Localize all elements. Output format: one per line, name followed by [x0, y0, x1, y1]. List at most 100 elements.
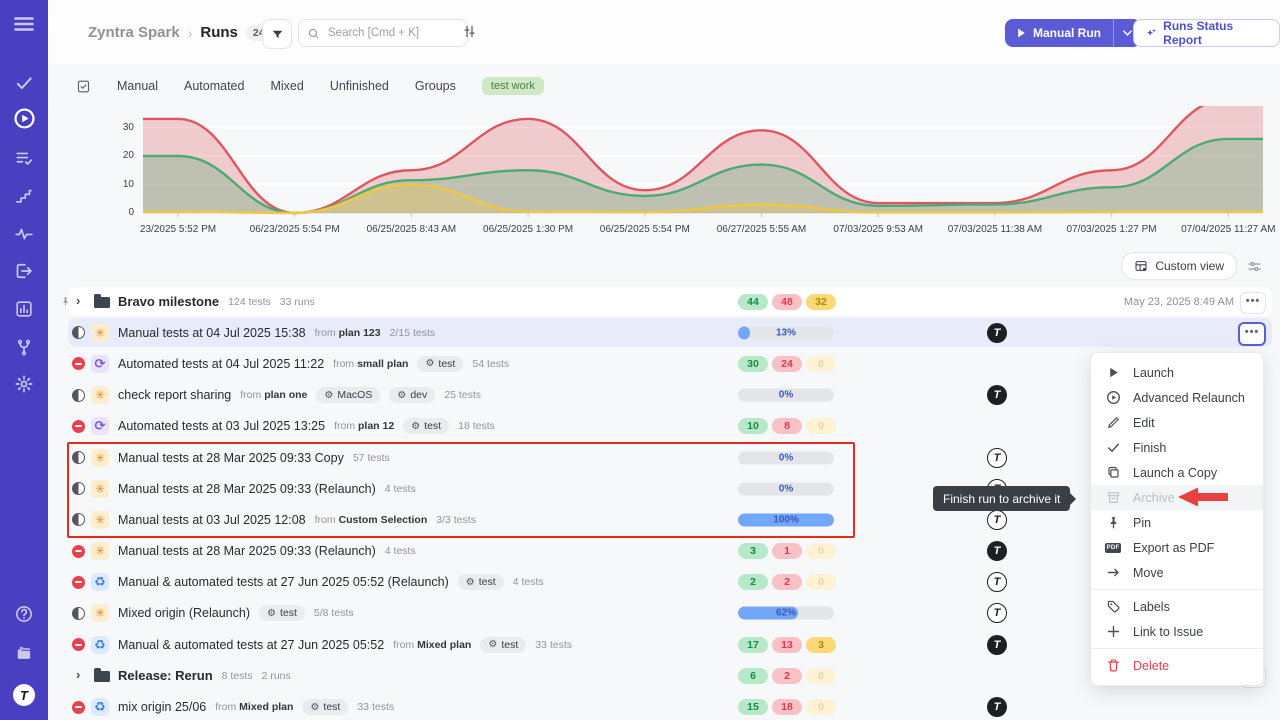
row-title[interactable]: mix origin 25/06 [118, 700, 206, 714]
result-badges: 30 24 0 [738, 356, 836, 372]
run-stopped-status-icon [72, 420, 85, 433]
assignee-avatar[interactable]: T [987, 635, 1007, 655]
row-menu-button[interactable]: ••• [1240, 292, 1266, 314]
sidebar-item[interactable] [0, 298, 48, 320]
run-row[interactable]: ✳Manual tests at 04 Jul 2025 15:38from p… [48, 317, 1280, 348]
branch-icon [14, 337, 34, 357]
env-tag[interactable]: ⚙test [302, 699, 348, 715]
env-tag[interactable]: ⚙test [259, 605, 305, 621]
menu-item-label: Edit [1133, 416, 1155, 430]
progress: 62% [738, 607, 834, 620]
other-count-badge: 0 [806, 356, 836, 372]
manual-run-button[interactable]: Manual Run [1005, 19, 1113, 47]
env-tag[interactable]: ⚙test [403, 418, 449, 434]
row-title[interactable]: Bravo milestone [118, 294, 219, 309]
run-row[interactable]: ♻mix origin 25/06from Mixed plan⚙test33 … [48, 691, 1280, 720]
env-tag[interactable]: ⚙test [417, 356, 463, 372]
assignee-avatar[interactable]: T [987, 323, 1007, 343]
app-sidebar: T [0, 0, 48, 720]
menu-item-delete[interactable]: Delete [1091, 653, 1263, 678]
play-icon [1017, 28, 1026, 38]
env-tag[interactable]: ⚙test [480, 637, 526, 653]
check-icon [1106, 440, 1121, 455]
assignee-avatar[interactable]: T [987, 697, 1007, 717]
runs-status-report-button[interactable]: Runs Status Report [1133, 19, 1280, 47]
sidebar-item[interactable] [0, 147, 48, 169]
tests-count: 54 tests [472, 358, 509, 370]
sidebar-item[interactable] [0, 642, 48, 664]
sidebar-item[interactable] [0, 223, 48, 245]
y-tick-label: 30 [106, 122, 134, 133]
tab-mixed[interactable]: Mixed [270, 79, 303, 93]
assignee-avatar[interactable]: T [987, 448, 1007, 468]
assignee-avatar[interactable]: T [987, 541, 1007, 561]
other-count-badge: 32 [806, 294, 836, 310]
expand-chevron-icon[interactable]: › [76, 667, 80, 682]
steps-icon [14, 186, 34, 206]
menu-item-launch[interactable]: Launch [1091, 360, 1263, 385]
row-title[interactable]: Manual & automated tests at 27 Jun 2025 … [118, 638, 384, 652]
sidebar-user-avatar[interactable]: T [0, 683, 48, 707]
row-title[interactable]: Automated tests at 04 Jul 2025 11:22 [118, 357, 324, 371]
gear-icon: ⚙ [466, 577, 475, 588]
from-plan-label: from small plan [333, 358, 408, 370]
breadcrumb-separator: › [188, 25, 193, 41]
sidebar-item[interactable] [0, 107, 48, 129]
row-title[interactable]: Manual tests at 04 Jul 2025 15:38 [118, 326, 306, 340]
group-row[interactable]: ›Bravo milestone124 tests33 runs 44 48 3… [48, 286, 1280, 317]
env-tag[interactable]: ⚙MacOS [316, 387, 380, 403]
view-settings-icon[interactable] [1247, 259, 1262, 274]
env-tag[interactable]: ⚙test [458, 574, 504, 590]
runs-trend-chart [143, 106, 1263, 218]
expand-chevron-icon[interactable]: › [76, 293, 80, 308]
sidebar-menu-button[interactable] [0, 13, 48, 35]
row-title[interactable]: check report sharing [118, 388, 231, 402]
row-title[interactable]: Manual tests at 28 Mar 2025 09:33 (Relau… [118, 482, 376, 496]
menu-item-export-as-pdf[interactable]: PDFExport as PDF [1091, 535, 1263, 560]
active-filter-chip[interactable]: test work [482, 77, 544, 95]
row-title[interactable]: Automated tests at 03 Jul 2025 13:25 [118, 419, 325, 433]
custom-view-button[interactable]: Custom view [1121, 252, 1237, 280]
search-box[interactable] [298, 19, 468, 47]
menu-item-pin[interactable]: Pin [1091, 510, 1263, 535]
tab-manual[interactable]: Manual [117, 79, 158, 93]
row-title[interactable]: Release: Rerun [118, 668, 213, 683]
checklist-icon[interactable] [76, 79, 91, 94]
menu-item-move[interactable]: Move [1091, 560, 1263, 585]
sidebar-item[interactable] [0, 603, 48, 625]
menu-item-label: Export as PDF [1133, 541, 1214, 555]
tests-count: 33 tests [357, 701, 394, 713]
sidebar-item[interactable] [0, 336, 48, 358]
sidebar-item[interactable] [0, 185, 48, 207]
menu-item-advanced-relaunch[interactable]: Advanced Relaunch [1091, 385, 1263, 410]
archive-tooltip: Finish run to archive it [933, 486, 1070, 511]
env-tag[interactable]: ⚙dev [389, 387, 435, 403]
row-title[interactable]: Manual tests at 28 Mar 2025 09:33 Copy [118, 451, 344, 465]
adjustments-icon[interactable] [462, 24, 477, 44]
tab-automated[interactable]: Automated [184, 79, 244, 93]
row-title[interactable]: Manual & automated tests at 27 Jun 2025 … [118, 575, 449, 589]
row-title[interactable]: Mixed origin (Relaunch) [118, 606, 250, 620]
row-menu-button[interactable]: ••• [1238, 322, 1266, 346]
row-title[interactable]: Manual tests at 03 Jul 2025 12:08 [118, 513, 306, 527]
tests-count: 25 tests [444, 389, 481, 401]
row-title[interactable]: Manual tests at 28 Mar 2025 09:33 (Relau… [118, 544, 376, 558]
search-input[interactable] [326, 26, 459, 40]
menu-item-finish[interactable]: Finish [1091, 435, 1263, 460]
filter-button[interactable] [262, 19, 292, 49]
menu-item-launch-a-copy[interactable]: Launch a Copy [1091, 460, 1263, 485]
sidebar-item[interactable] [0, 373, 48, 395]
tab-groups[interactable]: Groups [415, 79, 456, 93]
breadcrumb-project[interactable]: Zyntra Spark [88, 24, 180, 41]
menu-item-label: Delete [1133, 659, 1169, 673]
sidebar-item[interactable] [0, 72, 48, 94]
avatar: T [13, 684, 35, 706]
result-badges: 3 1 0 [738, 543, 836, 559]
sidebar-item[interactable] [0, 260, 48, 282]
assignee-avatar[interactable]: T [987, 510, 1007, 530]
menu-item-link-to-issue[interactable]: Link to Issue [1091, 619, 1263, 644]
tab-unfinished[interactable]: Unfinished [330, 79, 389, 93]
menu-item-edit[interactable]: Edit [1091, 410, 1263, 435]
menu-item-labels[interactable]: Labels [1091, 594, 1263, 619]
x-tick-label: 07/03/2025 9:53 AM [833, 224, 923, 235]
